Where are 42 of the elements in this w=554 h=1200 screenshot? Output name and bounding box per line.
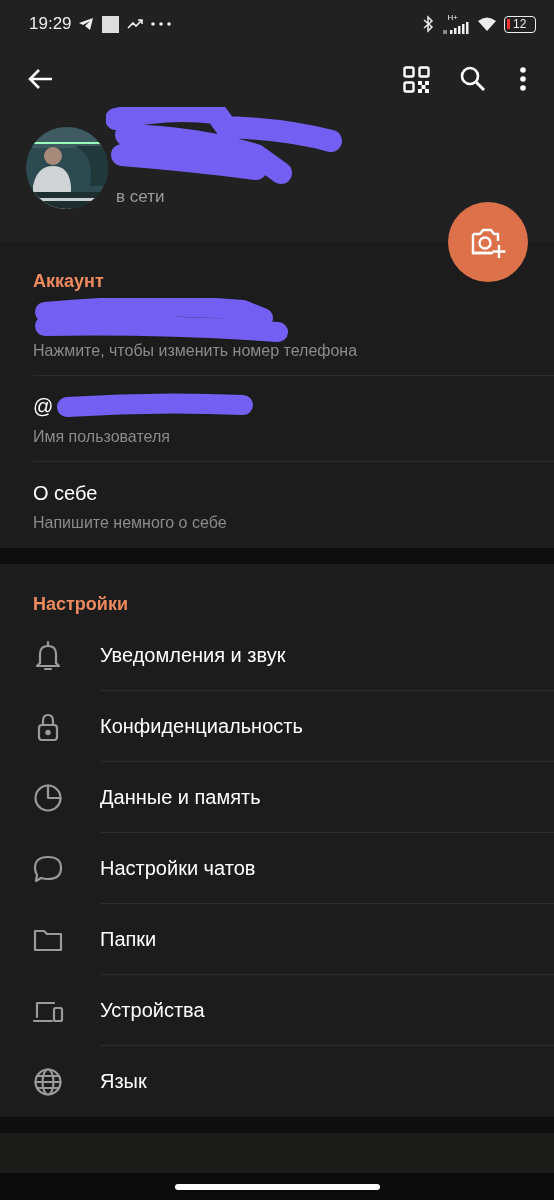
- settings-label: Конфиденциальность: [100, 714, 303, 738]
- account-row[interactable]: @ Имя пользователя: [33, 376, 554, 462]
- section-title: Аккаунт: [32, 270, 105, 290]
- signal-icon: [442, 22, 470, 34]
- network-type: H+: [447, 14, 458, 22]
- more-dots-icon: [150, 22, 171, 26]
- online-status: в сети: [116, 187, 165, 207]
- search-icon[interactable]: [460, 66, 486, 92]
- settings-label: Уведомления и звук: [100, 643, 286, 667]
- more-vertical-icon[interactable]: [520, 67, 526, 91]
- settings-item[interactable]: Настройки чатов: [0, 833, 554, 904]
- settings-label: Папки: [100, 927, 157, 951]
- settings-item[interactable]: Устройства: [0, 975, 554, 1046]
- qr-code-icon[interactable]: [403, 65, 430, 93]
- home-indicator[interactable]: [174, 1183, 380, 1190]
- clock-time: 19:29: [29, 14, 72, 34]
- settings-item[interactable]: Папки: [0, 904, 554, 975]
- bluetooth-icon: [423, 15, 434, 33]
- row-hint: Нажмите, чтобы изменить номер телефона: [33, 341, 359, 360]
- settings-item[interactable]: Язык: [0, 1046, 554, 1117]
- battery-icon: 12: [504, 15, 536, 33]
- settings-item[interactable]: Данные и память: [0, 762, 554, 833]
- settings-label: Устройства: [100, 998, 205, 1022]
- pie-chart-icon: [32, 781, 64, 814]
- settings-label: Настройки чатов: [100, 856, 256, 880]
- about-label: О себе: [33, 481, 98, 505]
- globe-icon: [32, 1065, 64, 1098]
- at-sign: @: [33, 395, 54, 418]
- back-arrow-icon[interactable]: [27, 68, 53, 90]
- paper-plane-icon: [77, 17, 94, 31]
- wifi-icon: [478, 17, 496, 31]
- section-title: Настройки: [32, 593, 129, 616]
- trend-icon: [126, 18, 143, 30]
- settings-label: Данные и память: [100, 785, 261, 809]
- account-row[interactable]: Нажмите, чтобы изменить номер телефона: [33, 290, 554, 376]
- image-icon: [101, 15, 119, 33]
- account-row[interactable]: О себе Напишите немного о себе: [33, 462, 554, 548]
- settings-item[interactable]: Уведомления и звук: [0, 620, 554, 691]
- row-hint: Напишите немного о себе: [33, 514, 228, 532]
- settings-label: Язык: [100, 1070, 147, 1093]
- settings-item[interactable]: Конфиденциальность: [0, 691, 554, 762]
- row-hint: Имя пользователя: [33, 427, 171, 446]
